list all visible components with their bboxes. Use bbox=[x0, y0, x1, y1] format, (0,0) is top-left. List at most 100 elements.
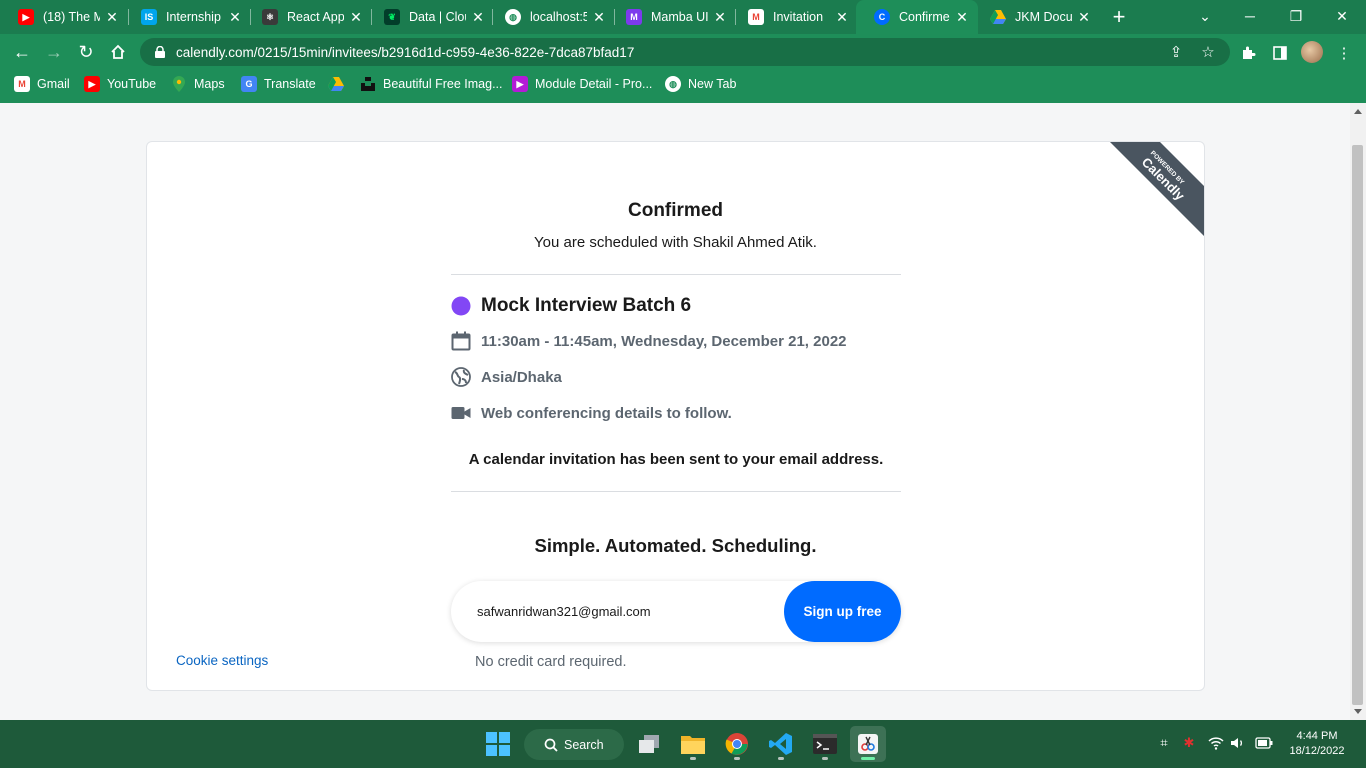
timezone: Asia/Dhaka bbox=[481, 368, 562, 386]
timezone-row: Asia/Dhaka bbox=[451, 367, 562, 387]
file-explorer-button[interactable] bbox=[675, 726, 711, 762]
tab-label: Internship bbox=[166, 10, 221, 24]
back-button[interactable]: ← bbox=[10, 40, 34, 64]
close-icon[interactable]: ✕ bbox=[104, 9, 120, 25]
profile-avatar[interactable] bbox=[1301, 41, 1323, 63]
battery-icon[interactable] bbox=[1255, 734, 1273, 752]
close-icon[interactable]: ✕ bbox=[712, 9, 728, 25]
lock-icon bbox=[155, 46, 165, 58]
running-indicator bbox=[690, 757, 696, 760]
reload-button[interactable]: ↻ bbox=[74, 40, 98, 64]
search-label: Search bbox=[564, 737, 604, 752]
tab-mongodb[interactable]: ❦ Data | Clou ✕ bbox=[366, 0, 494, 34]
google-translate-icon: G bbox=[241, 76, 257, 92]
search-icon bbox=[544, 738, 558, 752]
close-window-button[interactable]: ✕ bbox=[1332, 6, 1352, 26]
browser-toolbar: ← → ↻ calendly.com/0215/15min/invitees/b… bbox=[0, 34, 1366, 70]
tab-label: Confirmed bbox=[899, 10, 950, 24]
address-bar[interactable]: calendly.com/0215/15min/invitees/b2916d1… bbox=[140, 38, 1230, 66]
close-icon[interactable]: ✕ bbox=[591, 9, 607, 25]
browser-menu-icon[interactable]: ⋮ bbox=[1333, 42, 1355, 64]
extensions-icon[interactable] bbox=[1237, 42, 1259, 64]
notification-overflow-icon[interactable]: ⌗ bbox=[1155, 734, 1173, 752]
tab-mamba-ui[interactable]: M Mamba UI ✕ bbox=[608, 0, 736, 34]
new-tab-button[interactable]: + bbox=[1107, 4, 1131, 29]
google-drive-icon bbox=[328, 76, 344, 92]
volume-icon[interactable] bbox=[1229, 734, 1247, 752]
chrome-icon bbox=[725, 733, 748, 755]
event-name-row: Mock Interview Batch 6 bbox=[451, 295, 691, 317]
snipping-tool-button[interactable] bbox=[850, 726, 886, 762]
youtube-icon: ▶ bbox=[18, 9, 34, 25]
tab-search-icon[interactable]: ⌄ bbox=[1195, 6, 1215, 26]
system-clock[interactable]: 4:44 PM 18/12/2022 bbox=[1282, 729, 1352, 759]
page-title: Confirmed bbox=[628, 200, 723, 221]
close-icon[interactable]: ✕ bbox=[1076, 9, 1092, 25]
minimize-button[interactable]: ─ bbox=[1240, 6, 1260, 26]
divider bbox=[451, 491, 901, 492]
vscode-button[interactable] bbox=[763, 726, 799, 762]
calendar-icon bbox=[451, 331, 471, 351]
scroll-up-icon[interactable] bbox=[1354, 109, 1362, 114]
scroll-down-icon[interactable] bbox=[1354, 709, 1362, 714]
browser-tab-strip: ▶ (18) The M ✕ IS Internship ✕ ⚛ React A… bbox=[0, 0, 1366, 34]
close-icon[interactable]: ✕ bbox=[470, 9, 486, 25]
bookmark-youtube[interactable]: ▶ YouTube bbox=[84, 76, 156, 92]
bookmark-label: New Tab bbox=[688, 77, 737, 91]
powered-by-calendly-ribbon[interactable]: POWERED BY Calendly bbox=[1104, 141, 1205, 242]
wifi-icon[interactable] bbox=[1207, 734, 1225, 752]
close-icon[interactable]: ✕ bbox=[834, 9, 850, 25]
bookmark-star-icon[interactable]: ☆ bbox=[1199, 44, 1217, 61]
gmail-icon: M bbox=[748, 9, 764, 25]
bookmarks-bar: M Gmail ▶ YouTube Maps G Translate Beaut… bbox=[0, 70, 1366, 98]
tab-invitation[interactable]: M Invitation ✕ bbox=[730, 0, 858, 34]
tab-internshala[interactable]: IS Internship ✕ bbox=[123, 0, 251, 34]
bookmark-gmail[interactable]: M Gmail bbox=[14, 76, 70, 92]
page-scrollbar[interactable] bbox=[1350, 103, 1366, 720]
chrome-button[interactable] bbox=[719, 726, 755, 762]
mongodb-leaf-icon: ❦ bbox=[384, 9, 400, 25]
windows-taskbar: Search ⌗ ✱ 4:44 PM 18/12/2022 bbox=[0, 720, 1366, 768]
restore-button[interactable]: ❐ bbox=[1286, 6, 1306, 26]
forward-button[interactable]: → bbox=[42, 40, 66, 64]
scheduled-with-text: You are scheduled with Shakil Ahmed Atik… bbox=[534, 234, 817, 251]
bookmark-translate[interactable]: G Translate bbox=[241, 76, 316, 92]
tab-label: JKM Docu bbox=[1015, 10, 1072, 24]
tab-localhost[interactable]: ◍ localhost:5 ✕ bbox=[487, 0, 615, 34]
tab-label: localhost:5 bbox=[530, 10, 587, 24]
bookmark-google-drive[interactable] bbox=[328, 76, 351, 92]
task-view-button[interactable] bbox=[631, 726, 667, 762]
app-tray-icon[interactable]: ✱ bbox=[1180, 734, 1198, 752]
terminal-icon bbox=[813, 734, 837, 754]
close-icon[interactable]: ✕ bbox=[227, 9, 243, 25]
tab-jkm-docu[interactable]: JKM Docu ✕ bbox=[972, 0, 1100, 34]
scrollbar-thumb[interactable] bbox=[1352, 145, 1363, 705]
google-maps-icon bbox=[171, 76, 187, 92]
close-icon[interactable]: ✕ bbox=[348, 9, 364, 25]
snipping-tool-icon bbox=[858, 734, 878, 754]
email-field[interactable]: safwanridwan321@gmail.com bbox=[477, 581, 651, 642]
url-text[interactable]: calendly.com/0215/15min/invitees/b2916d1… bbox=[176, 45, 634, 60]
page-viewport: POWERED BY Calendly Confirmed You are sc… bbox=[0, 103, 1350, 720]
event-name: Mock Interview Batch 6 bbox=[481, 295, 692, 316]
event-color-dot-icon bbox=[451, 296, 471, 316]
sign-up-free-button[interactable]: Sign up free bbox=[784, 581, 901, 642]
bookmark-module-detail[interactable]: ▶ Module Detail - Pro... bbox=[512, 76, 652, 92]
terminal-button[interactable] bbox=[807, 726, 843, 762]
globe-icon: ◍ bbox=[665, 76, 681, 92]
start-button[interactable] bbox=[480, 726, 516, 762]
bookmark-unsplash[interactable]: Beautiful Free Imag... bbox=[360, 76, 503, 92]
close-icon[interactable]: ✕ bbox=[954, 9, 970, 25]
tab-youtube[interactable]: ▶ (18) The M ✕ bbox=[0, 0, 128, 34]
home-button[interactable] bbox=[106, 40, 130, 64]
taskbar-search[interactable]: Search bbox=[524, 729, 624, 760]
tab-react-app[interactable]: ⚛ React App ✕ bbox=[244, 0, 372, 34]
tab-confirmed[interactable]: C Confirmed ✕ bbox=[856, 0, 978, 34]
side-panel-icon[interactable] bbox=[1269, 42, 1291, 64]
bookmark-new-tab[interactable]: ◍ New Tab bbox=[665, 76, 736, 92]
tab-label: Data | Clou bbox=[409, 10, 466, 24]
bookmark-maps[interactable]: Maps bbox=[171, 76, 225, 92]
share-icon[interactable]: ⇪ bbox=[1167, 44, 1185, 61]
bookmark-label: Module Detail - Pro... bbox=[535, 77, 653, 91]
cookie-settings-link[interactable]: Cookie settings bbox=[176, 653, 268, 668]
